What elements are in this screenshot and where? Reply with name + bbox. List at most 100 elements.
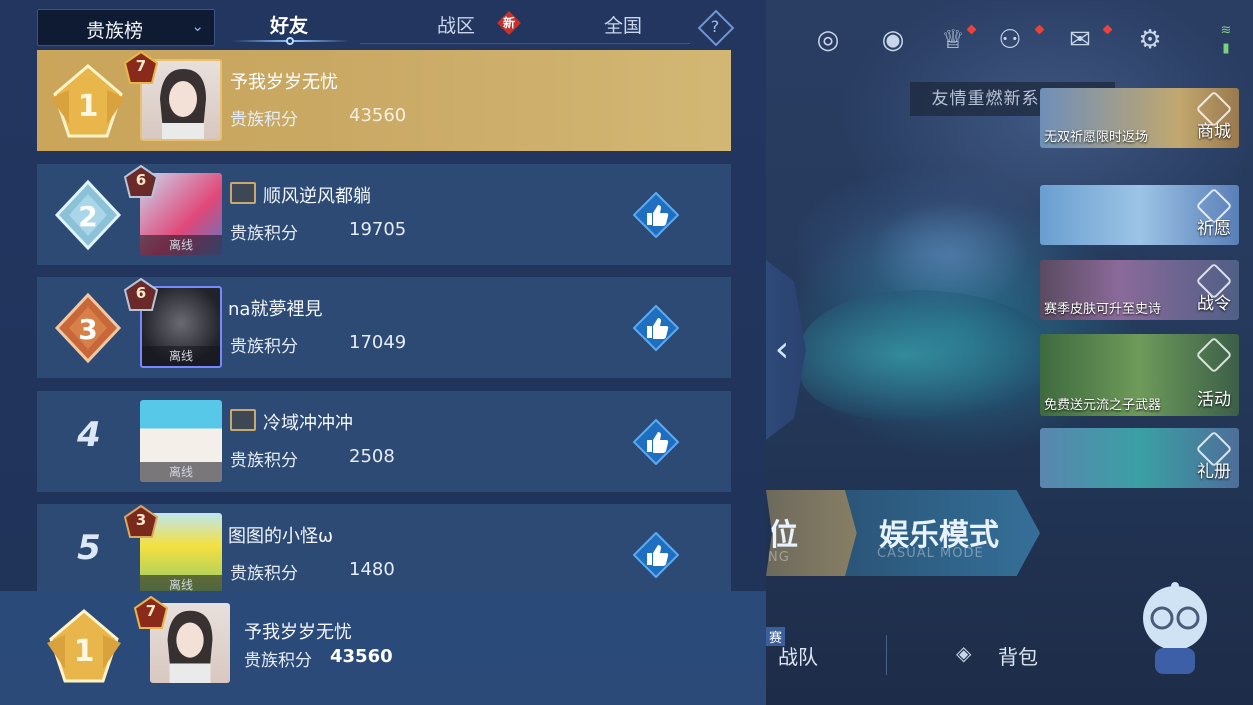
side-card-pass[interactable]: 赛季皮肤可升至史诗 战令 bbox=[1040, 260, 1239, 320]
rank-gold-badge-icon: 1 bbox=[51, 64, 125, 138]
player-name: na就夢裡見 bbox=[228, 299, 323, 320]
new-badge: 新 bbox=[497, 11, 521, 35]
rank-number: 2 bbox=[78, 200, 97, 233]
team-nav-item[interactable]: 战队 bbox=[778, 641, 818, 670]
rank-silver-badge-icon: 2 bbox=[54, 179, 122, 251]
gear-icon[interactable]: ⚙ bbox=[1132, 22, 1168, 58]
score-label: 贵族积分 bbox=[244, 651, 312, 671]
level-badge: 3 bbox=[123, 504, 159, 539]
level-number: 7 bbox=[135, 57, 147, 75]
side-card-label: 活动 bbox=[1197, 390, 1231, 410]
score-value: 1480 bbox=[349, 559, 395, 580]
score-label: 贵族积分 bbox=[230, 337, 298, 357]
thumbs-up-icon[interactable] bbox=[633, 532, 679, 578]
level-number: 6 bbox=[135, 284, 147, 302]
score-value: 19705 bbox=[349, 219, 407, 240]
leaderboard-row[interactable]: 3 离线 6 na就夢裡見 贵族积分 17049 bbox=[37, 277, 731, 378]
my-score-value: 43560 bbox=[330, 646, 393, 667]
active-tab-indicator bbox=[286, 37, 294, 45]
score-value: 43560 bbox=[349, 105, 407, 126]
side-card-caption: 免费送元流之子武器 bbox=[1044, 398, 1162, 413]
player-name: 图图的小怪ω bbox=[228, 526, 334, 547]
guild-icon bbox=[230, 182, 256, 204]
rank-number: 1 bbox=[78, 89, 99, 124]
side-card-label: 战令 bbox=[1197, 294, 1231, 314]
friends-icon[interactable]: ⚇ bbox=[992, 22, 1028, 58]
rank-number: 3 bbox=[78, 313, 97, 346]
offline-label: 离线 bbox=[142, 346, 220, 366]
trophy-icon[interactable]: ♕ bbox=[935, 22, 971, 58]
rank-gold-badge-icon: 1 bbox=[47, 609, 121, 683]
leaderboard-row[interactable]: 2 离线 6 顺风逆风都躺 贵族积分 19705 bbox=[37, 164, 731, 265]
side-card-event[interactable]: 免费送元流之子武器 活动 bbox=[1040, 334, 1239, 416]
wifi-icon: ≋ ▮ bbox=[1220, 23, 1232, 56]
leaderboard-row[interactable]: 1 7 予我岁岁无忧 贵族积分 43560 bbox=[37, 50, 731, 151]
leaderboard-row[interactable]: 4 离线 冷域冲冲冲 贵族积分 2508 bbox=[37, 391, 731, 492]
score-value: 17049 bbox=[349, 332, 407, 353]
level-number: 7 bbox=[145, 602, 157, 620]
chevron-down-icon: ⌄ bbox=[191, 17, 204, 35]
score-label: 贵族积分 bbox=[230, 451, 298, 471]
fish-creature-art bbox=[800, 290, 1060, 420]
guild-icon bbox=[230, 409, 256, 431]
mail-icon[interactable]: ✉ bbox=[1062, 22, 1098, 58]
player-name: 顺风逆风都躺 bbox=[263, 186, 371, 207]
mail-notification-dot bbox=[1102, 24, 1113, 35]
offline-label: 离线 bbox=[140, 235, 222, 255]
level-badge: 7 bbox=[133, 595, 169, 630]
question-icon: ? bbox=[710, 17, 720, 36]
casual-mode-subtitle: CASUAL MODE bbox=[877, 546, 984, 561]
tabs-divider bbox=[360, 43, 690, 44]
rank-number: 4 bbox=[77, 415, 101, 455]
side-card-caption: 赛季皮肤可升至史诗 bbox=[1044, 302, 1162, 317]
event-emblem-icon bbox=[1195, 336, 1233, 374]
offline-label: 离线 bbox=[140, 462, 222, 482]
score-label: 贵族积分 bbox=[230, 110, 298, 130]
top-icon-bar: ◎ ◉ ♕ ⚇ ✉ ⚙ ≋ ▮ bbox=[760, 18, 1253, 62]
ranked-mode-subtitle: NG bbox=[768, 550, 790, 565]
rank-bronze-badge-icon: 3 bbox=[54, 292, 122, 364]
level-badge: 6 bbox=[123, 164, 159, 199]
score-label: 贵族积分 bbox=[230, 564, 298, 584]
my-player-name: 予我岁岁无忧 bbox=[244, 622, 352, 643]
side-card-label: 祈愿 bbox=[1197, 219, 1231, 239]
side-card-wish[interactable]: 祈愿 bbox=[1040, 185, 1239, 245]
thumbs-up-icon[interactable] bbox=[633, 192, 679, 238]
bag-icon[interactable]: ◈ bbox=[956, 641, 971, 665]
leaderboard-tabs: 贵族榜 ⌄ 好友 战区 新 全国 ? bbox=[0, 0, 766, 50]
score-label: 贵族积分 bbox=[230, 224, 298, 244]
level-number: 6 bbox=[135, 171, 147, 189]
level-number: 3 bbox=[135, 511, 147, 529]
leaderboard-panel: 贵族榜 ⌄ 好友 战区 新 全国 ? 1 7 予我岁岁无忧 贵族积分 43560… bbox=[0, 0, 766, 705]
level-badge: 6 bbox=[123, 277, 159, 312]
score-value: 2508 bbox=[349, 446, 395, 467]
leaderboard-row[interactable]: 5 离线 3 图图的小怪ω 贵族积分 1480 bbox=[37, 504, 731, 605]
rank-type-dropdown[interactable]: 贵族榜 ⌄ bbox=[37, 9, 215, 46]
rank-number: 1 bbox=[74, 634, 95, 669]
bag-nav-item[interactable]: 背包 bbox=[998, 641, 1038, 670]
side-card-shop[interactable]: 无双祈愿限时返场 商城 bbox=[1040, 88, 1239, 148]
side-card-label: 商城 bbox=[1197, 122, 1231, 142]
tab-national[interactable]: 全国 bbox=[604, 11, 642, 38]
thumbs-up-icon[interactable] bbox=[633, 305, 679, 351]
chevron-left-icon: ‹ bbox=[774, 329, 790, 370]
avatar[interactable]: 离线 bbox=[140, 400, 222, 482]
casual-mode-button[interactable]: 娱乐模式 CASUAL MODE bbox=[845, 490, 1040, 576]
rank-type-value: 贵族榜 bbox=[86, 20, 144, 42]
level-badge: 7 bbox=[123, 50, 159, 85]
mascot-assistant[interactable] bbox=[1135, 580, 1215, 680]
player-name: 予我岁岁无忧 bbox=[230, 72, 338, 93]
side-card-label: 礼册 bbox=[1197, 462, 1231, 482]
eye-icon[interactable]: ◉ bbox=[875, 22, 911, 58]
tab-region[interactable]: 战区 bbox=[437, 11, 475, 38]
side-card-gift[interactable]: 礼册 bbox=[1040, 428, 1239, 488]
thumbs-up-icon[interactable] bbox=[633, 419, 679, 465]
my-rank-row: 1 7 予我岁岁无忧 贵族积分 43560 bbox=[0, 591, 766, 705]
ranked-mode-title: 位 bbox=[768, 518, 798, 553]
target-icon[interactable]: ◎ bbox=[810, 22, 846, 58]
help-button[interactable]: ? bbox=[700, 12, 730, 42]
nav-divider bbox=[886, 635, 887, 675]
player-name: 冷域冲冲冲 bbox=[263, 413, 353, 434]
tab-friends[interactable]: 好友 bbox=[270, 11, 308, 38]
friends-notification-dot bbox=[1034, 24, 1045, 35]
